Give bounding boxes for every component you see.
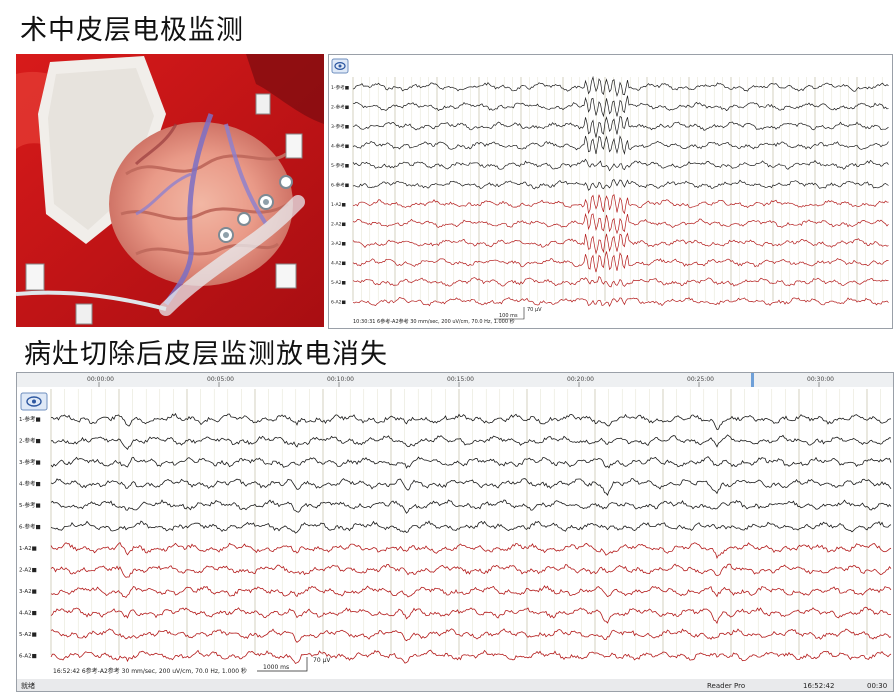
eeg-trace xyxy=(352,296,889,307)
channel-label: 3-A2■ xyxy=(331,241,346,247)
channel-label: 3-参考■ xyxy=(19,458,41,466)
timeline-tick-label: 00:20:00 xyxy=(567,376,594,383)
status-bar-right: 00:30 xyxy=(867,682,887,690)
eeg-trace xyxy=(352,276,889,288)
timeline-tick-label: 00:05:00 xyxy=(207,376,234,383)
eeg-trace xyxy=(352,212,889,235)
channel-label: 5-A2■ xyxy=(19,632,37,638)
status-text: 10:30:31 6参考-A2参考 30 mm/sec, 200 uV/cm, … xyxy=(353,318,515,325)
eeg-trace xyxy=(352,115,889,138)
channel-label: 2-A2■ xyxy=(331,222,346,228)
channel-label: 6-参考■ xyxy=(19,523,41,531)
timeline-tick-label: 00:10:00 xyxy=(327,376,354,383)
channel-label: 6-A2■ xyxy=(331,300,346,306)
channel-label: 5-A2■ xyxy=(331,280,346,286)
channel-label: 4-A2■ xyxy=(331,261,346,267)
timeline-tick-label: 00:00:00 xyxy=(87,376,114,383)
eeg-trace xyxy=(352,251,889,273)
channel-label: 5-参考■ xyxy=(19,501,41,509)
status-bar-time: 16:52:42 xyxy=(803,682,834,690)
channel-label: 2-A2■ xyxy=(19,568,37,574)
eeg-trace xyxy=(352,95,889,118)
scale-time-label: 100 ms xyxy=(499,313,518,319)
eeg-trace xyxy=(352,179,889,191)
timeline-cursor[interactable] xyxy=(751,373,754,387)
channel-label: 1-A2■ xyxy=(19,546,37,552)
timeline-tick-label: 00:30:00 xyxy=(807,376,834,383)
status-bar-left: 就绪 xyxy=(21,681,35,690)
eeg-trace xyxy=(352,194,889,215)
eeg-trace xyxy=(352,158,889,172)
scale-amp-label: 70 μV xyxy=(527,307,542,313)
status-text: 16:52:42 6参考-A2参考 30 mm/sec, 200 uV/cm, … xyxy=(53,667,247,675)
channel-label: 6-A2■ xyxy=(19,654,37,660)
page-title-bottom: 病灶切除后皮层监测放电消失 xyxy=(24,339,388,370)
channel-label: 2-参考■ xyxy=(331,104,349,111)
surgery-photo xyxy=(16,54,324,327)
scale-time-label: 1000 ms xyxy=(263,664,289,671)
page-title-top: 术中皮层电极监测 xyxy=(20,15,244,46)
eeg-panel-intraop: 1-参考■ 2-参考■ 3-参考■ 4-参考■ 5-参考■ 6-参考■ 1-A2■ 2-A2■… xyxy=(328,54,893,329)
channel-label: 4-A2■ xyxy=(19,611,37,617)
channel-label: 2-参考■ xyxy=(19,437,41,445)
channel-label: 3-A2■ xyxy=(19,589,37,595)
channel-label: 1-参考■ xyxy=(331,84,349,91)
channel-label: 6-参考■ xyxy=(331,182,349,189)
eeg-trace xyxy=(352,232,889,255)
eeg-trace xyxy=(352,75,889,97)
channel-label: 4-参考■ xyxy=(331,143,349,150)
channel-label: 1-参考■ xyxy=(19,415,41,423)
timeline-tick-label: 00:15:00 xyxy=(447,376,474,383)
channel-label: 3-参考■ xyxy=(331,123,349,130)
eeg-trace xyxy=(352,135,889,155)
scale-amp-label: 70 μV xyxy=(313,657,331,664)
eeg-panel-postresection: 00:00:00 00:05:00 00:10:00 00:15:00 00:20:00… xyxy=(16,372,894,692)
channel-label: 5-参考■ xyxy=(331,162,349,169)
status-bar-mid: Reader Pro xyxy=(707,682,745,690)
channel-label: 4-参考■ xyxy=(19,480,41,488)
timeline-tick-label: 00:25:00 xyxy=(687,376,714,383)
channel-label: 1-A2■ xyxy=(331,202,346,208)
